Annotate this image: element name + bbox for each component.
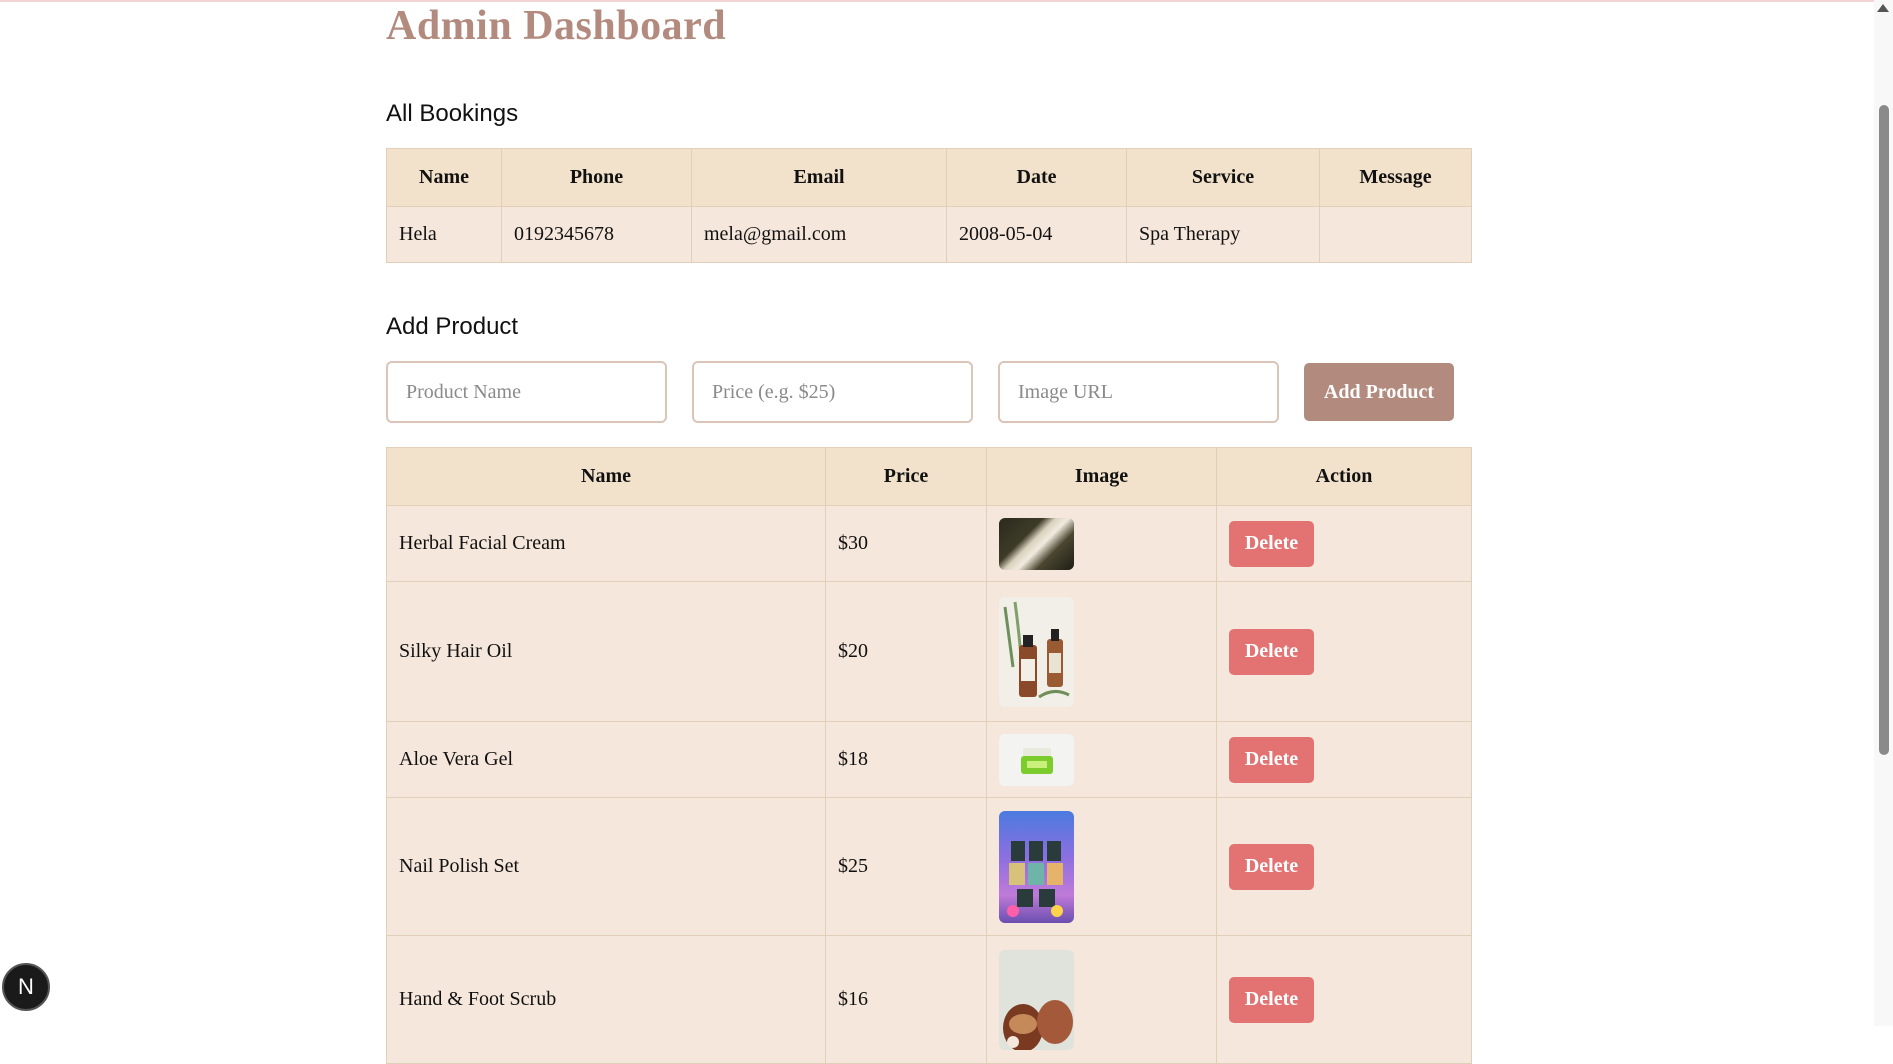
nail-polish-bottles-graphic — [1007, 840, 1063, 917]
scrub-jars-graphic — [1003, 999, 1073, 1050]
product-row: Silky Hair Oil $20 Delete — [386, 581, 1472, 722]
product-row: Aloe Vera Gel $18 Delete — [386, 721, 1472, 798]
col-header-price: Price — [825, 447, 987, 506]
bookings-table: Name Phone Email Date Service Message He… — [386, 148, 1472, 263]
product-row: Nail Polish Set $25 Delete — [386, 797, 1472, 936]
product-name: Herbal Facial Cream — [386, 505, 826, 582]
booking-date: 2008-05-04 — [946, 206, 1127, 263]
product-name: Aloe Vera Gel — [386, 721, 826, 798]
delete-button[interactable]: Delete — [1229, 843, 1314, 890]
product-name: Hand & Foot Scrub — [386, 935, 826, 1064]
booking-message — [1319, 206, 1472, 263]
product-price: $18 — [825, 721, 987, 798]
col-header-name: Name — [386, 148, 502, 207]
product-image — [999, 733, 1074, 786]
dev-badge-label: N — [18, 974, 34, 999]
delete-button[interactable]: Delete — [1229, 736, 1314, 783]
add-product-button[interactable]: Add Product — [1304, 363, 1454, 421]
col-header-phone: Phone — [501, 148, 692, 207]
col-header-email: Email — [691, 148, 947, 207]
product-row: Herbal Facial Cream $30 Delete — [386, 505, 1472, 582]
products-header-row: Name Price Image Action — [386, 447, 1472, 506]
scroll-up-arrow-icon[interactable] — [1877, 4, 1889, 12]
aloe-gel-jar-graphic — [1021, 747, 1053, 774]
booking-service: Spa Therapy — [1126, 206, 1320, 263]
delete-button[interactable]: Delete — [1229, 976, 1314, 1023]
col-header-date: Date — [946, 148, 1127, 207]
products-table: Name Price Image Action Herbal Facial Cr… — [386, 447, 1472, 1064]
product-price-input[interactable] — [692, 361, 973, 423]
col-header-service: Service — [1126, 148, 1320, 207]
dev-tools-badge[interactable]: N — [2, 963, 50, 1011]
scrollbar-thumb[interactable] — [1879, 105, 1889, 755]
col-header-image: Image — [986, 447, 1217, 506]
booking-row: Hela 0192345678 mela@gmail.com 2008-05-0… — [386, 206, 1472, 263]
hair-oil-bottles-graphic — [1003, 601, 1070, 698]
product-price: $16 — [825, 935, 987, 1064]
product-image-url-input[interactable] — [998, 361, 1279, 423]
page-title: Admin Dashboard — [386, 3, 727, 49]
delete-button[interactable]: Delete — [1229, 520, 1314, 567]
product-image — [999, 949, 1074, 1050]
delete-button[interactable]: Delete — [1229, 628, 1314, 675]
add-product-section-title: Add Product — [386, 313, 519, 340]
add-product-form: Add Product — [386, 361, 1471, 423]
product-price: $25 — [825, 797, 987, 936]
product-price: $30 — [825, 505, 987, 582]
top-border — [0, 0, 1874, 2]
col-header-action: Action — [1216, 447, 1472, 506]
vertical-scrollbar[interactable] — [1874, 0, 1893, 1026]
product-image — [999, 596, 1074, 707]
booking-phone: 0192345678 — [501, 206, 692, 263]
col-header-product-name: Name — [386, 447, 826, 506]
product-price: $20 — [825, 581, 987, 722]
product-name: Nail Polish Set — [386, 797, 826, 936]
bookings-section-title: All Bookings — [386, 100, 519, 127]
booking-name: Hela — [386, 206, 502, 263]
product-name: Silky Hair Oil — [386, 581, 826, 722]
product-row: Hand & Foot Scrub $16 Delete — [386, 935, 1472, 1064]
product-image — [999, 810, 1074, 923]
booking-email: mela@gmail.com — [691, 206, 947, 263]
product-name-input[interactable] — [386, 361, 667, 423]
product-image — [999, 517, 1074, 570]
col-header-message: Message — [1319, 148, 1472, 207]
bookings-header-row: Name Phone Email Date Service Message — [386, 148, 1472, 207]
